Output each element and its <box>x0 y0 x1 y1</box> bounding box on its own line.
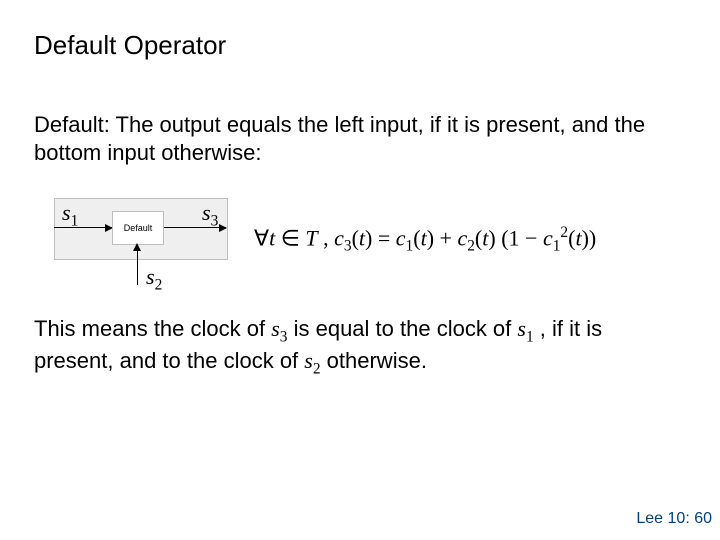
default-block-diagram: Default s1 s3 s2 <box>34 192 234 287</box>
slide-title: Default Operator <box>34 30 686 61</box>
intro-paragraph: Default: The output equals the left inpu… <box>34 111 686 166</box>
bottom-input-line <box>137 245 138 285</box>
default-box: Default <box>112 211 164 245</box>
explanation-paragraph: This means the clock of s3 is equal to t… <box>34 315 686 379</box>
clock-equation: ∀t ∈ T , c3(t) = c1(t) + c2(t) (1 − c12(… <box>254 224 596 256</box>
diagram-row: Default s1 s3 s2 ∀t ∈ T , c3(t) = c1(t) … <box>34 192 686 287</box>
label-s1: s1 <box>62 200 78 230</box>
default-box-label: Default <box>124 223 153 233</box>
label-s2: s2 <box>146 264 162 294</box>
label-s3: s3 <box>202 200 218 230</box>
bottom-input-arrowhead <box>133 243 141 251</box>
slide-footer: Lee 10: 60 <box>636 510 712 528</box>
slide: Default Operator Default: The output equ… <box>0 0 720 540</box>
